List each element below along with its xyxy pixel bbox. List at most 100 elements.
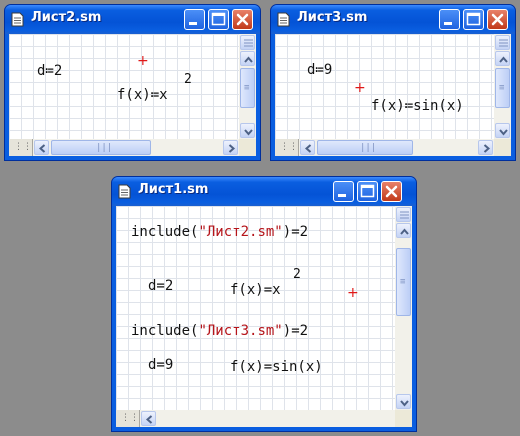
scroll-up-button[interactable]: [495, 51, 510, 66]
scroll-down-button[interactable]: [495, 123, 510, 138]
split-up-button[interactable]: [396, 207, 411, 222]
include-function-name: include: [131, 224, 191, 240]
horizontal-scrollbar[interactable]: ⋮⋮ |||: [275, 139, 494, 156]
document-icon: [277, 12, 290, 27]
expr-d-value[interactable]: d=2: [148, 278, 173, 294]
include-close-paren: ): [282, 224, 292, 240]
document-icon: [118, 184, 131, 199]
vertical-scrollbar[interactable]: ≡: [239, 34, 256, 139]
scroll-right-button[interactable]: [223, 140, 238, 155]
horizontal-scrollbar[interactable]: ⋮⋮: [116, 410, 395, 427]
chevron-up-icon: [400, 228, 409, 235]
horizontal-scroll-thumb[interactable]: |||: [51, 140, 151, 155]
close-icon: [491, 13, 504, 26]
close-button[interactable]: [487, 9, 508, 30]
include-expr-list2[interactable]: include("Лист2.sm")=2: [131, 224, 308, 240]
include-filename-string: "Лист3.sm": [198, 323, 283, 339]
grip-icon: ≡: [499, 83, 505, 93]
include-function-name: include: [131, 323, 191, 339]
include-expr-list3[interactable]: include("Лист3.sm")=2: [131, 323, 308, 339]
horizontal-split-handle[interactable]: ⋮⋮: [116, 410, 140, 427]
grip-icon: |||: [96, 143, 113, 153]
maximize-icon: [466, 12, 481, 26]
expr-d-define[interactable]: d≔2: [37, 63, 62, 79]
chevron-down-icon: [244, 129, 253, 136]
minimize-button[interactable]: [439, 9, 460, 30]
scroll-left-button[interactable]: [300, 140, 315, 155]
expr-f-exponent: 2: [184, 72, 192, 87]
close-button[interactable]: [381, 181, 402, 202]
minimize-icon: [189, 22, 197, 25]
horizontal-split-handle[interactable]: ⋮⋮: [275, 139, 299, 156]
vertical-scrollbar[interactable]: ≡: [395, 206, 412, 410]
maximize-icon: [211, 12, 226, 26]
expr-f-define[interactable]: f(x)≔sin(x): [371, 98, 464, 114]
grip-icon: ≡: [400, 277, 406, 287]
minimize-button[interactable]: [333, 181, 354, 202]
scroll-up-button[interactable]: [396, 223, 411, 238]
grip-icon: |||: [360, 143, 377, 153]
maximize-button[interactable]: [208, 9, 229, 30]
red-cross-cursor: +: [137, 53, 149, 69]
close-icon: [236, 13, 249, 26]
expr-f-exponent: 2: [293, 267, 301, 282]
scroll-left-button[interactable]: [141, 411, 156, 426]
scrollbar-corner: [395, 410, 412, 427]
grip-icon: ≡: [244, 83, 250, 93]
maximize-icon: [360, 184, 375, 198]
window-list2-titlebar[interactable]: Лист2.sm: [5, 5, 260, 34]
horizontal-scrollbar[interactable]: ⋮⋮ |||: [9, 139, 239, 156]
vertical-scroll-thumb[interactable]: ≡: [240, 68, 255, 108]
include-filename-string: "Лист2.sm": [198, 224, 283, 240]
split-up-button[interactable]: [240, 35, 255, 50]
chevron-left-icon: [304, 144, 312, 153]
worksheet-area[interactable]: d≔9 + f(x)≔sin(x) ≡ ⋮⋮ |||: [275, 34, 511, 156]
minimize-icon: [338, 194, 346, 197]
scroll-right-button[interactable]: [478, 140, 493, 155]
close-button[interactable]: [232, 9, 253, 30]
minimize-icon: [444, 22, 452, 25]
chevron-left-icon: [145, 415, 153, 424]
split-icon: [499, 39, 508, 47]
expr-f-value[interactable]: f(x)=sin(x): [230, 359, 323, 375]
chevron-up-icon: [499, 56, 508, 63]
expr-d-define[interactable]: d≔9: [307, 62, 332, 78]
include-close-paren: ): [282, 323, 292, 339]
vertical-scroll-thumb[interactable]: ≡: [495, 68, 510, 108]
chevron-up-icon: [244, 56, 253, 63]
chevron-right-icon: [228, 144, 236, 153]
worksheet-area[interactable]: include("Лист2.sm")=2 d=2 f(x)=x 2 + inc…: [116, 206, 412, 427]
horizontal-split-handle[interactable]: ⋮⋮: [9, 139, 33, 156]
split-icon: [400, 211, 409, 219]
scroll-left-button[interactable]: [34, 140, 49, 155]
split-icon: [244, 39, 253, 47]
window-list1-titlebar[interactable]: Лист1.sm: [112, 177, 416, 206]
include-result: =2: [291, 323, 309, 339]
window-list3[interactable]: Лист3.sm d≔9 + f(x)≔sin(x) ≡ ⋮⋮ |||: [270, 4, 516, 161]
scroll-down-button[interactable]: [240, 123, 255, 138]
split-up-button[interactable]: [495, 35, 510, 50]
chevron-down-icon: [400, 400, 409, 407]
expr-d-value[interactable]: d=9: [148, 357, 173, 373]
minimize-button[interactable]: [184, 9, 205, 30]
scroll-up-button[interactable]: [240, 51, 255, 66]
window-list3-titlebar[interactable]: Лист3.sm: [271, 5, 515, 34]
chevron-down-icon: [499, 129, 508, 136]
expr-f-define[interactable]: f(x)≔x: [117, 87, 168, 103]
expr-f-value[interactable]: f(x)=x: [230, 282, 281, 298]
horizontal-scroll-thumb[interactable]: |||: [317, 140, 413, 155]
window-list1[interactable]: Лист1.sm include("Лист2.sm")=2 d=2 f(x)=…: [111, 176, 417, 432]
scroll-down-button[interactable]: [396, 394, 411, 409]
maximize-button[interactable]: [357, 181, 378, 202]
window-title: Лист3.sm: [297, 10, 368, 25]
include-result: =2: [291, 224, 309, 240]
vertical-scroll-thumb[interactable]: ≡: [396, 248, 411, 316]
maximize-button[interactable]: [463, 9, 484, 30]
window-list2[interactable]: Лист2.sm d≔2 + f(x)≔x 2 ≡ ⋮⋮ |||: [4, 4, 261, 161]
scrollbar-corner: [494, 139, 511, 156]
scrollbar-corner: [239, 139, 256, 156]
worksheet-area[interactable]: d≔2 + f(x)≔x 2 ≡ ⋮⋮ |||: [9, 34, 256, 156]
vertical-scrollbar[interactable]: ≡: [494, 34, 511, 139]
window-title: Лист1.sm: [138, 182, 209, 197]
chevron-right-icon: [483, 144, 491, 153]
